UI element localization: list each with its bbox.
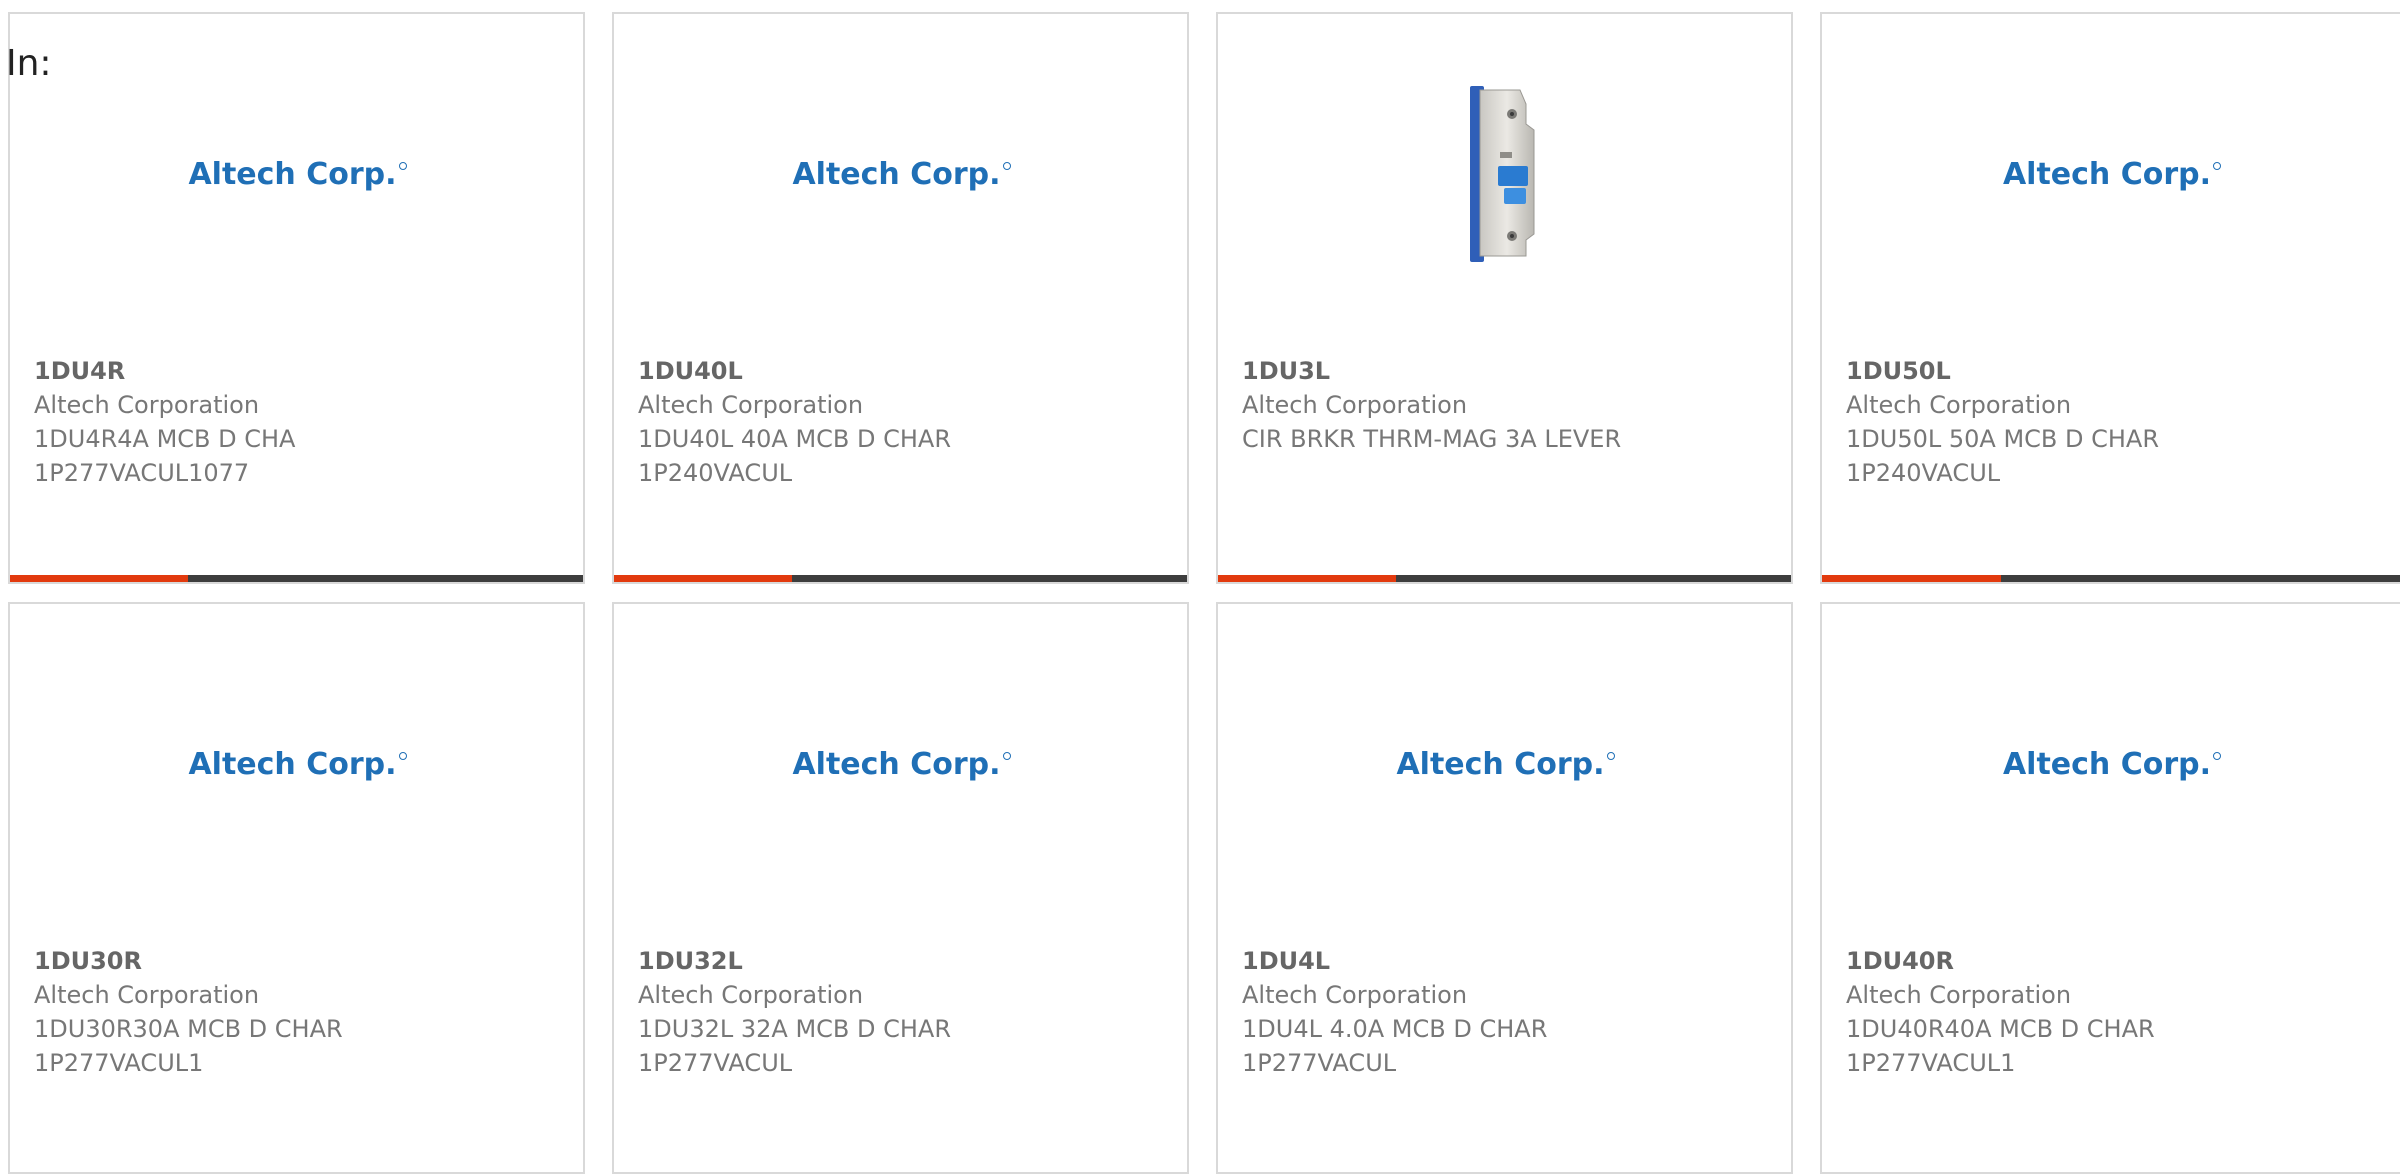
product-description-line2: 1P240VACUL	[1846, 459, 2001, 487]
product-description-line1: 1DU32L 32A MCB D CHAR	[638, 1015, 952, 1043]
product-image[interactable]: Altech Corp.	[1218, 664, 1791, 864]
card-progress-fill	[10, 575, 188, 582]
altech-logo: Altech Corp.	[1396, 747, 1615, 782]
altech-logo: Altech Corp.	[2003, 747, 2222, 782]
card-progress-bar	[1218, 575, 1791, 582]
product-description-line2: 1P277VACUL	[1242, 1049, 1397, 1077]
product-description-line1: 1DU40R40A MCB D CHAR	[1846, 1015, 2155, 1043]
product-card[interactable]: Altech Corp. 1DU4L Altech Corporation 1D…	[1216, 602, 1793, 1174]
product-description-line1: CIR BRKR THRM-MAG 3A LEVER	[1242, 425, 1622, 453]
card-progress-fill	[614, 575, 792, 582]
product-description-line1: 1DU4R4A MCB D CHA	[34, 425, 296, 453]
product-description-line1: 1DU40L 40A MCB D CHAR	[638, 425, 952, 453]
card-progress-bar	[10, 575, 583, 582]
product-part-number[interactable]: 1DU4L	[1242, 944, 1771, 978]
product-description-line2: 1P277VACUL1077	[34, 459, 250, 487]
product-description-line1: 1DU4L 4.0A MCB D CHAR	[1242, 1015, 1548, 1043]
product-manufacturer: Altech Corporation	[638, 391, 864, 419]
card-progress-bar	[1822, 575, 2400, 582]
product-description-line2: 1P240VACUL	[638, 459, 793, 487]
altech-logo: Altech Corp.	[792, 157, 1011, 192]
product-manufacturer: Altech Corporation	[1242, 981, 1468, 1009]
altech-logo: Altech Corp.	[188, 747, 407, 782]
altech-logo: Altech Corp.	[2003, 157, 2222, 192]
filter-in-label: In:	[6, 43, 52, 84]
product-image[interactable]: Altech Corp.	[614, 74, 1187, 274]
product-card[interactable]: Altech Corp. 1DU4R Altech Corporation 1D…	[8, 12, 585, 584]
product-manufacturer: Altech Corporation	[34, 981, 260, 1009]
product-part-number[interactable]: 1DU40L	[638, 354, 1167, 388]
product-image[interactable]: Altech Corp.	[10, 74, 583, 274]
product-card[interactable]: Altech Corp. 1DU40L Altech Corporation 1…	[612, 12, 1189, 584]
product-description-line2: 1P277VACUL	[638, 1049, 793, 1077]
product-part-number[interactable]: 1DU32L	[638, 944, 1167, 978]
product-description-line1: 1DU30R30A MCB D CHAR	[34, 1015, 343, 1043]
product-part-number[interactable]: 1DU40R	[1846, 944, 2380, 978]
product-description-line2: 1P277VACUL1	[1846, 1049, 2016, 1077]
product-description-line1: 1DU50L 50A MCB D CHAR	[1846, 425, 2160, 453]
product-image[interactable]: Altech Corp.	[1822, 664, 2400, 864]
product-part-number[interactable]: 1DU4R	[34, 354, 563, 388]
product-image[interactable]: Altech Corp.	[614, 664, 1187, 864]
product-card[interactable]: Altech Corp. 1DU32L Altech Corporation 1…	[612, 602, 1189, 1174]
product-part-number[interactable]: 1DU50L	[1846, 354, 2380, 388]
product-card[interactable]: 1DU3L Altech Corporation CIR BRKR THRM-M…	[1216, 12, 1793, 584]
product-part-number[interactable]: 1DU3L	[1242, 354, 1771, 388]
product-manufacturer: Altech Corporation	[1846, 391, 2072, 419]
product-image[interactable]	[1218, 74, 1791, 274]
altech-logo: Altech Corp.	[188, 157, 407, 192]
card-progress-fill	[1822, 575, 2002, 582]
product-manufacturer: Altech Corporation	[34, 391, 260, 419]
product-image[interactable]: Altech Corp.	[1822, 74, 2400, 274]
product-card[interactable]: Altech Corp. 1DU50L Altech Corporation 1…	[1820, 12, 2400, 584]
product-manufacturer: Altech Corporation	[638, 981, 864, 1009]
product-card[interactable]: Altech Corp. 1DU40R Altech Corporation 1…	[1820, 602, 2400, 1174]
card-progress-fill	[1218, 575, 1396, 582]
product-description-line2: 1P277VACUL1	[34, 1049, 204, 1077]
altech-logo: Altech Corp.	[792, 747, 1011, 782]
product-card[interactable]: Altech Corp. 1DU30R Altech Corporation 1…	[8, 602, 585, 1174]
product-manufacturer: Altech Corporation	[1242, 391, 1468, 419]
product-manufacturer: Altech Corporation	[1846, 981, 2072, 1009]
circuit-breaker-icon	[1469, 86, 1534, 262]
product-part-number[interactable]: 1DU30R	[34, 944, 563, 978]
product-image[interactable]: Altech Corp.	[10, 664, 583, 864]
card-progress-bar	[614, 575, 1187, 582]
product-grid: Altech Corp. 1DU4R Altech Corporation 1D…	[0, 0, 2400, 1174]
